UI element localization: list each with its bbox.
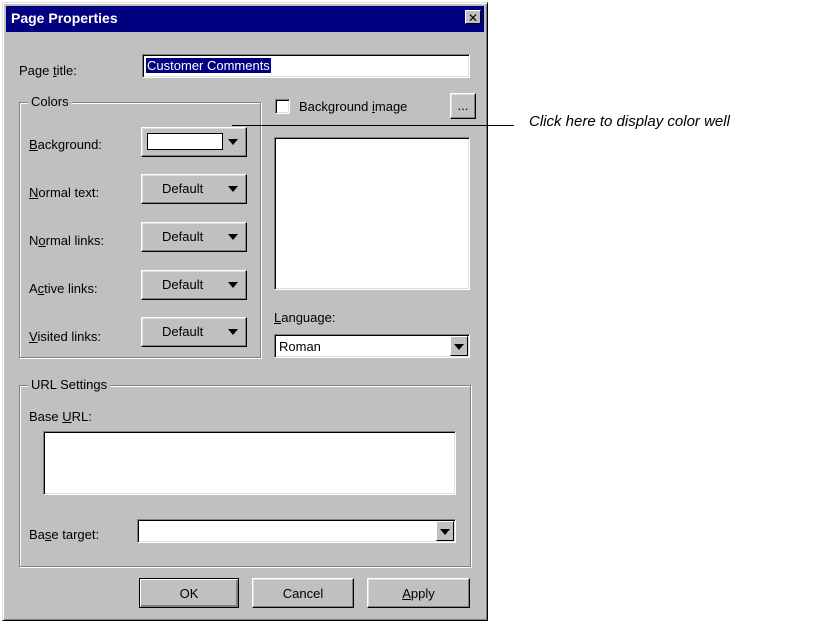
browse-ellipsis-label: ... (457, 98, 469, 113)
visited-links-color-value: Default (162, 324, 204, 339)
chevron-down-icon (228, 186, 238, 192)
title-bar[interactable]: Page Properties ✕ (6, 6, 484, 32)
normal-text-label: Normal text: (29, 185, 100, 200)
chevron-down-icon (454, 344, 464, 350)
cancel-button-label: Cancel (282, 586, 324, 601)
normal-links-color-button[interactable]: Default (141, 222, 247, 252)
background-color-swatch (147, 133, 223, 150)
apply-button-label: Apply (402, 586, 435, 601)
dialog-title: Page Properties (11, 10, 118, 26)
chevron-down-icon (228, 329, 238, 335)
close-icon: ✕ (467, 11, 479, 25)
language-select[interactable]: Roman (274, 334, 470, 358)
active-links-label: Active links: (29, 281, 98, 296)
base-target-label: Base target: (29, 527, 100, 542)
background-color-label: Background: (29, 137, 102, 152)
callout-line (232, 125, 514, 126)
language-value: Roman (279, 339, 321, 354)
cancel-button[interactable]: Cancel (252, 578, 354, 608)
url-settings-title: URL Settings (28, 377, 111, 392)
chevron-down-icon (228, 139, 238, 145)
base-target-dropdown-button[interactable] (436, 521, 454, 541)
page-properties-dialog: Page Properties ✕ Page title: Customer C… (2, 2, 488, 621)
visited-links-color-button[interactable]: Default (141, 317, 247, 347)
active-links-color-button[interactable]: Default (141, 270, 247, 300)
chevron-down-icon (228, 282, 238, 288)
page-title-input[interactable]: Customer Comments (142, 54, 470, 78)
normal-links-label: Normal links: (29, 233, 105, 248)
close-button[interactable]: ✕ (465, 10, 481, 25)
chevron-down-icon (228, 234, 238, 240)
base-url-input[interactable] (43, 431, 456, 495)
page-title-value: Customer Comments (146, 58, 271, 73)
normal-links-color-value: Default (162, 229, 204, 244)
colors-group-title: Colors (28, 94, 72, 109)
normal-text-color-value: Default (162, 181, 204, 196)
browse-image-button[interactable]: ... (450, 93, 476, 119)
language-label: Language: (274, 310, 336, 325)
visited-links-label: Visited links: (29, 329, 102, 344)
language-dropdown-button[interactable] (450, 336, 468, 356)
base-target-select[interactable] (137, 519, 456, 543)
chevron-down-icon (440, 529, 450, 535)
active-links-color-value: Default (162, 277, 204, 292)
background-image-checkbox[interactable] (275, 99, 290, 114)
ok-button[interactable]: OK (139, 578, 239, 608)
background-image-preview (274, 137, 470, 290)
apply-button[interactable]: Apply (367, 578, 470, 608)
base-url-label: Base URL: (29, 409, 92, 424)
normal-text-color-button[interactable]: Default (141, 174, 247, 204)
background-image-label[interactable]: Background image (299, 99, 407, 114)
background-color-button[interactable] (141, 127, 247, 157)
page-title-label: Page title: (19, 63, 77, 78)
ok-button-label: OK (179, 586, 199, 601)
callout-text: Click here to display color well (529, 113, 730, 130)
